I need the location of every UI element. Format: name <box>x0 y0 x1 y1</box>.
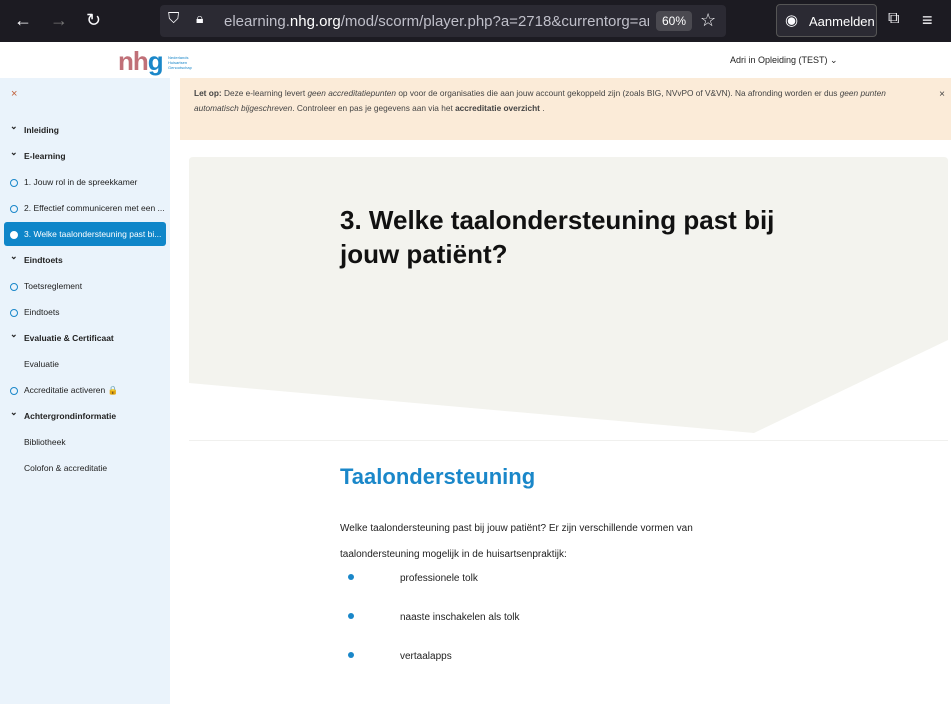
logo-subtitle: Nederlands Huisartsen Genootschap <box>168 55 192 70</box>
sidebar-section[interactable]: Evaluatie & Certificaat <box>4 326 166 350</box>
site-header: nhg Nederlands Huisartsen Genootschap Ad… <box>0 42 951 78</box>
sidebar-item-label: 1. Jouw rol in de spreekkamer <box>24 177 138 187</box>
accreditation-overview-link[interactable]: accreditatie overzicht <box>455 103 540 113</box>
progress-circle-icon <box>10 205 18 213</box>
url-host: elearning. <box>224 13 290 30</box>
hero-background <box>189 157 948 433</box>
sidebar-item[interactable]: Colofon & accreditatie <box>4 456 166 480</box>
back-icon[interactable]: ← <box>14 10 32 31</box>
close-alert-icon[interactable]: × <box>939 87 945 102</box>
progress-circle-icon <box>10 309 18 317</box>
sidebar-item[interactable]: Eindtoets <box>4 300 166 324</box>
progress-circle-icon <box>10 179 18 187</box>
list-item: vertaalapps <box>400 651 452 662</box>
url-text[interactable]: elearning.nhg.org/mod/scorm/player.php?a… <box>224 13 649 30</box>
sidebar-item-label: Evaluatie <box>24 359 59 369</box>
bullet-icon <box>348 613 354 619</box>
bullet-icon <box>348 574 354 580</box>
alert-lead: Let op: <box>194 88 222 98</box>
sidebar-item[interactable]: 2. Effectief communiceren met een ... <box>4 196 166 220</box>
list-item: naaste inschakelen als tolk <box>400 612 520 623</box>
progress-circle-icon <box>10 387 18 395</box>
accreditation-alert: Let op: Deze e-learning levert geen accr… <box>180 78 951 140</box>
address-bar[interactable]: ⛉ 🔒︎ elearning.nhg.org/mod/scorm/player.… <box>160 5 726 37</box>
sidebar-item-label: Evaluatie & Certificaat <box>24 333 114 343</box>
url-domain: nhg.org <box>289 13 341 30</box>
page-title: 3. Welke taalondersteuning past bij jouw… <box>340 205 775 269</box>
login-button[interactable]: ◉ Aanmelden <box>776 4 877 37</box>
menu-icon[interactable]: ≡ <box>922 10 933 31</box>
sidebar-section[interactable]: E-learning <box>4 144 166 168</box>
sidebar-item-label: Colofon & accreditatie <box>24 463 108 473</box>
login-label: Aanmelden <box>809 14 875 29</box>
sidebar-item-label: Toetsreglement <box>24 281 83 291</box>
progress-circle-icon <box>10 283 18 291</box>
user-menu[interactable]: Adri in Opleiding (TEST) ⌄ <box>730 55 838 66</box>
intro-paragraph: Welke taalondersteuning past bij jouw pa… <box>340 523 693 560</box>
sidebar-item-label: Eindtoets <box>24 255 63 265</box>
url-path: /mod/scorm/player.php?a=2718&currentorg=… <box>340 13 649 30</box>
alert-text: . <box>539 103 545 113</box>
alert-text: . Controleer en pas je gegevens aan via … <box>292 103 456 113</box>
sidebar-item[interactable]: Toetsreglement <box>4 274 166 298</box>
browser-toolbar: ← → ↻ ⛉ 🔒︎ elearning.nhg.org/mod/scorm/p… <box>0 0 951 42</box>
shield-icon[interactable]: ⛉ <box>168 10 179 27</box>
sidebar-section[interactable]: Eindtoets <box>4 248 166 272</box>
nhg-logo[interactable]: nhg <box>118 46 164 77</box>
sidebar-section[interactable]: Achtergrondinformatie <box>4 404 166 428</box>
sidebar-item[interactable]: 1. Jouw rol in de spreekkamer <box>4 170 166 194</box>
sidebar-item[interactable]: Accreditatie activeren 🔒 <box>4 378 166 402</box>
sidebar-item-label: 2. Effectief communiceren met een ... <box>24 203 165 213</box>
zoom-level[interactable]: 60% <box>656 11 693 31</box>
sidebar-item-label: Inleiding <box>24 125 59 135</box>
divider <box>189 440 948 441</box>
section-heading: Taalondersteuning <box>340 464 536 489</box>
account-icon: ◉ <box>785 12 799 29</box>
alert-emphasis: geen accreditatiepunten <box>307 88 397 98</box>
alert-text: Deze e-learning levert <box>221 88 308 98</box>
bullet-icon <box>348 652 354 658</box>
sidebar-item-label: 3. Welke taalondersteuning past bi... <box>24 229 162 239</box>
sidebar-item-label: Eindtoets <box>24 307 60 317</box>
list-item: professionele tolk <box>400 573 478 584</box>
alert-text: op voor de organisaties die aan jouw acc… <box>396 88 840 98</box>
sidebar-item-label: Achtergrondinformatie <box>24 411 117 421</box>
sidebar-item-label: Bibliotheek <box>24 437 66 447</box>
sidebar-item[interactable]: 3. Welke taalondersteuning past bi... <box>4 222 166 246</box>
lock-icon[interactable]: 🔒︎ <box>196 10 203 27</box>
sidebar-item-label: Accreditatie activeren 🔒 <box>24 385 119 395</box>
reload-icon[interactable]: ↻ <box>86 10 101 31</box>
sidebar-item-label: E-learning <box>24 151 66 161</box>
sidebar-section[interactable]: Inleiding <box>4 118 166 142</box>
forward-icon[interactable]: → <box>50 10 68 31</box>
extensions-icon[interactable]: ⧉ <box>888 10 899 28</box>
bookmark-star-icon[interactable]: ☆ <box>700 10 716 31</box>
close-sidebar-icon[interactable]: × <box>11 88 17 100</box>
sidebar-item[interactable]: Bibliotheek <box>4 430 166 454</box>
course-sidebar: × Inleiding E-learning 1. Jouw rol in de s… <box>0 78 170 704</box>
progress-circle-icon <box>10 231 18 239</box>
sidebar-item[interactable]: Evaluatie <box>4 352 166 376</box>
